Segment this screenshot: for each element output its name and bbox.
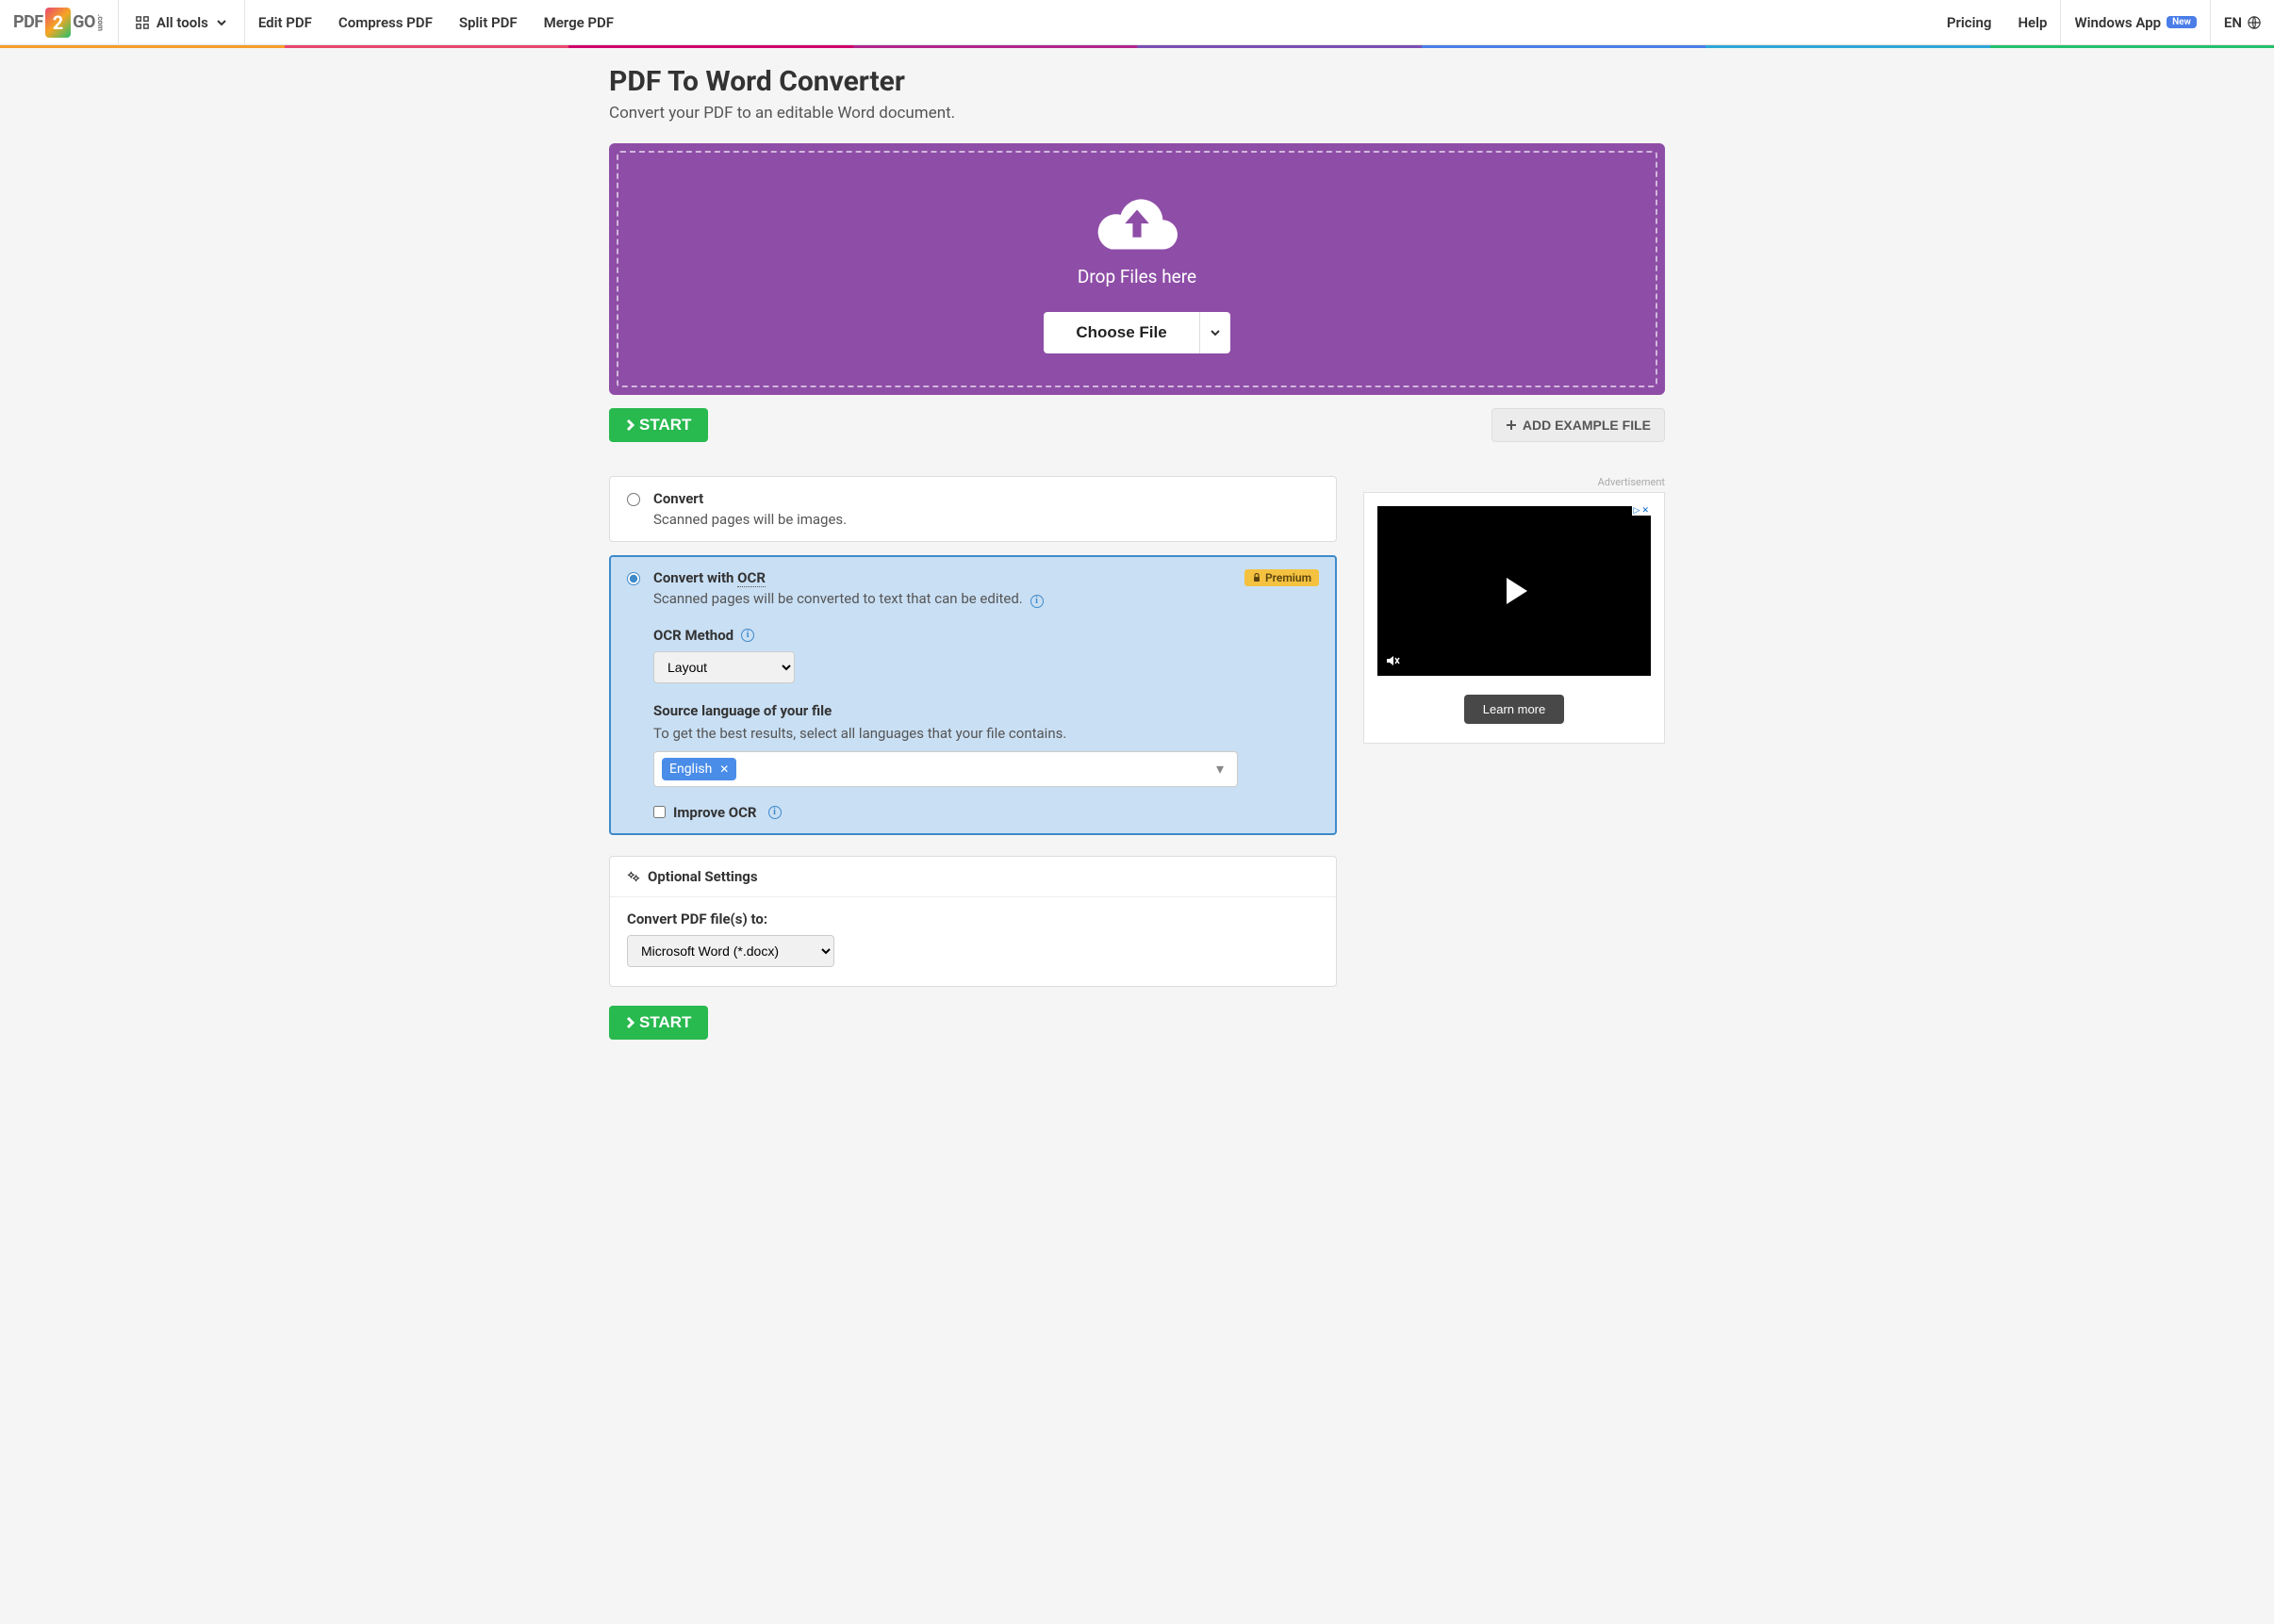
info-icon[interactable]: i — [768, 806, 782, 819]
caret-down-icon[interactable]: ▾ — [1211, 760, 1229, 778]
mute-icon[interactable] — [1385, 653, 1400, 668]
option-ocr-title: Convert with OCR — [653, 569, 766, 586]
adchoices-icon[interactable]: ▷✕ — [1632, 506, 1651, 516]
radio-convert[interactable] — [627, 493, 640, 506]
nav-help[interactable]: Help — [2004, 0, 2060, 44]
add-example-file-button[interactable]: ADD EXAMPLE FILE — [1491, 408, 1665, 442]
nav-right: Pricing Help Windows App New EN — [1934, 0, 2274, 44]
language-selector[interactable]: EN — [2210, 0, 2274, 44]
chevron-right-icon — [626, 1016, 635, 1029]
all-tools-dropdown[interactable]: All tools — [118, 0, 245, 44]
page-title: PDF To Word Converter — [609, 65, 1665, 98]
ad-label: Advertisement — [1363, 476, 1665, 488]
improve-ocr-checkbox[interactable] — [653, 806, 666, 818]
cloud-upload-icon — [1093, 194, 1181, 254]
nav-merge-pdf[interactable]: Merge PDF — [531, 0, 627, 44]
option-convert[interactable]: Convert Scanned pages will be images. — [609, 476, 1337, 542]
drop-text: Drop Files here — [1078, 266, 1196, 287]
logo[interactable]: PDF2GO.com — [0, 0, 118, 44]
optional-settings-header: Optional Settings — [610, 857, 1336, 897]
ocr-method-label: OCR Method i — [653, 627, 1319, 644]
premium-badge: Premium — [1244, 569, 1319, 586]
all-tools-label: All tools — [157, 14, 208, 31]
lock-icon — [1252, 573, 1261, 582]
improve-ocr-label: Improve OCR — [673, 804, 757, 821]
option-convert-title: Convert — [653, 490, 703, 507]
optional-settings-card: Optional Settings Convert PDF file(s) to… — [609, 856, 1337, 987]
convert-to-label: Convert PDF file(s) to: — [627, 910, 1319, 927]
choose-file-dropdown[interactable] — [1199, 312, 1230, 353]
option-ocr-desc: Scanned pages will be converted to text … — [653, 590, 1319, 608]
chevron-down-icon — [216, 17, 227, 28]
remove-language-icon[interactable]: ✕ — [719, 763, 729, 776]
globe-icon — [2248, 16, 2261, 29]
source-language-help: To get the best results, select all lang… — [653, 725, 1319, 742]
convert-to-select[interactable]: Microsoft Word (*.docx) — [627, 935, 834, 967]
language-chip-english: English ✕ — [662, 758, 736, 780]
start-button-bottom[interactable]: START — [609, 1006, 708, 1040]
page-subtitle: Convert your PDF to an editable Word doc… — [609, 104, 1665, 123]
top-nav: PDF2GO.com All tools Edit PDF Compress P… — [0, 0, 2274, 45]
learn-more-button[interactable]: Learn more — [1464, 695, 1564, 724]
start-button-top[interactable]: START — [609, 408, 708, 442]
ocr-method-select[interactable]: Layout — [653, 651, 795, 683]
source-language-label: Source language of your file — [653, 702, 1319, 719]
plus-icon — [1506, 419, 1517, 431]
nav-split-pdf[interactable]: Split PDF — [446, 0, 531, 44]
new-badge: New — [2167, 16, 2197, 28]
option-convert-ocr[interactable]: Convert with OCR Premium Scanned pages w… — [609, 555, 1337, 835]
info-icon[interactable]: i — [1030, 595, 1044, 608]
nav-pricing[interactable]: Pricing — [1934, 0, 2005, 44]
grid-icon — [136, 16, 149, 29]
ad-box: ▷✕ Learn more — [1363, 492, 1665, 744]
chevron-right-icon — [626, 418, 635, 432]
rainbow-bar — [0, 45, 2274, 48]
language-multiselect[interactable]: English ✕ ▾ — [653, 751, 1238, 787]
choose-file-button[interactable]: Choose File — [1044, 312, 1198, 353]
nav-edit-pdf[interactable]: Edit PDF — [245, 0, 325, 44]
ad-video[interactable]: ▷✕ — [1377, 506, 1651, 676]
radio-convert-ocr[interactable] — [627, 572, 640, 585]
gears-icon — [627, 870, 640, 883]
nav-links: Edit PDF Compress PDF Split PDF Merge PD… — [245, 0, 627, 44]
info-icon[interactable]: i — [741, 629, 754, 642]
play-icon — [1507, 578, 1527, 604]
nav-compress-pdf[interactable]: Compress PDF — [325, 0, 446, 44]
drop-zone[interactable]: Drop Files here Choose File — [609, 143, 1665, 395]
nav-windows-app[interactable]: Windows App New — [2060, 0, 2209, 44]
chevron-down-icon — [1210, 327, 1221, 338]
option-convert-desc: Scanned pages will be images. — [653, 511, 1319, 528]
